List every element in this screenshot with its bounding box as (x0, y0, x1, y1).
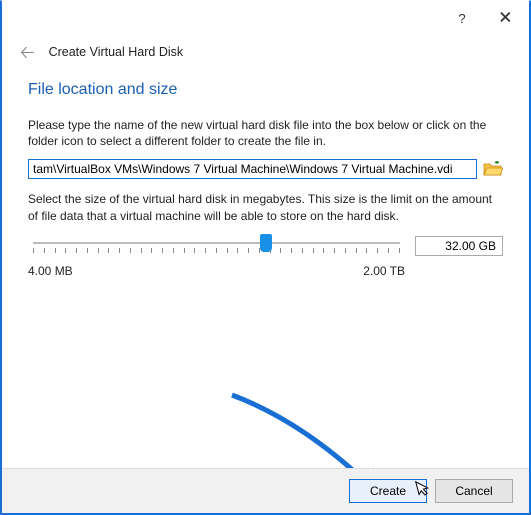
file-path-input[interactable] (28, 159, 477, 179)
footer-buttons: Create Cancel (2, 468, 529, 513)
path-description: Please type the name of the new virtual … (28, 117, 503, 149)
slider-min-label: 4.00 MB (28, 264, 73, 278)
titlebar: ? 🗙 (2, 1, 529, 35)
path-row (28, 159, 503, 179)
slider-max-label: 2.00 TB (363, 264, 405, 278)
section-title: File location and size (28, 81, 503, 99)
help-icon[interactable]: ? (458, 11, 465, 26)
wizard-title: Create Virtual Hard Disk (49, 45, 184, 59)
slider-thumb[interactable] (260, 234, 272, 252)
back-arrow-icon[interactable]: 🡠 (20, 43, 35, 61)
size-description: Select the size of the virtual hard disk… (28, 191, 503, 223)
create-button[interactable]: Create (349, 479, 427, 503)
wizard-header: 🡠 Create Virtual Hard Disk (2, 35, 529, 65)
folder-icon[interactable] (483, 160, 503, 178)
size-slider-area: 32.00 GB 4.00 MB 2.00 TB (28, 234, 503, 278)
size-slider[interactable] (28, 234, 405, 258)
cancel-button[interactable]: Cancel (435, 479, 513, 503)
size-value-box[interactable]: 32.00 GB (415, 236, 503, 256)
content-area: File location and size Please type the n… (2, 65, 529, 468)
close-icon[interactable]: 🗙 (490, 6, 521, 31)
